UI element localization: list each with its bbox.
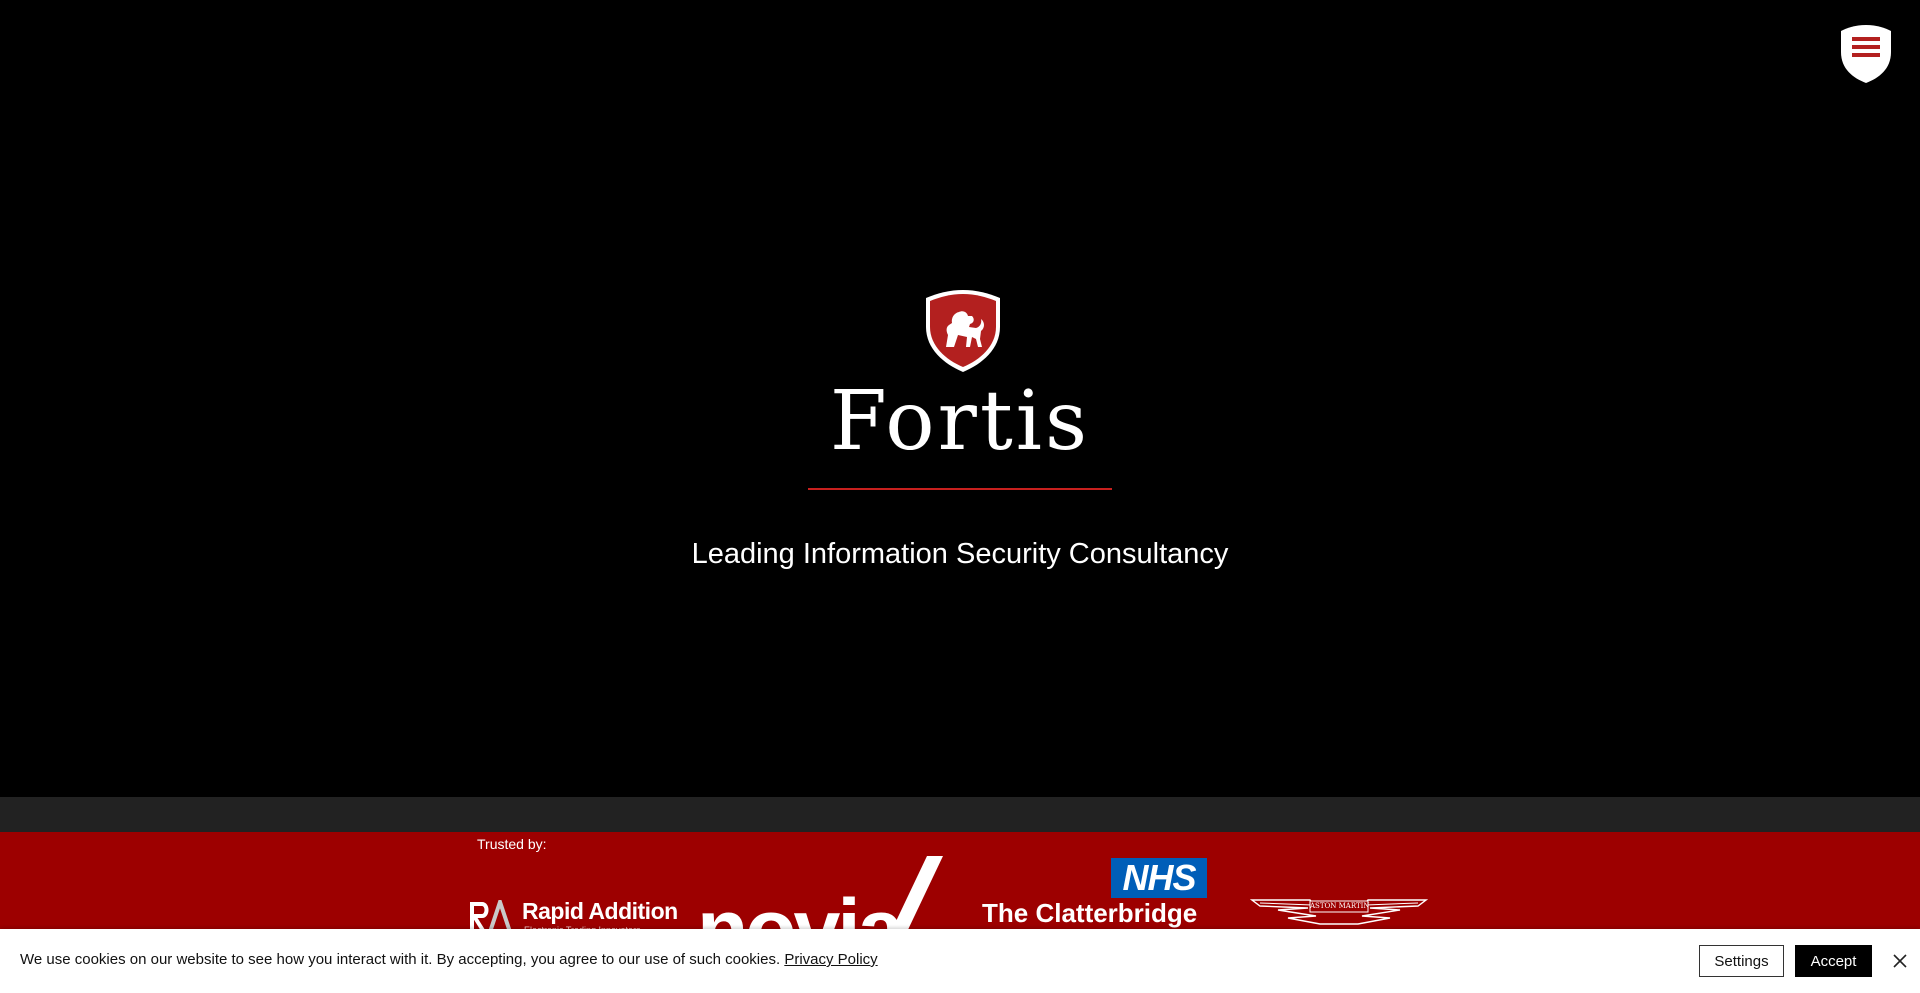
brand-divider	[808, 488, 1112, 490]
cookie-settings-button[interactable]: Settings	[1699, 945, 1784, 977]
clatterbridge-name: The Clatterbridge	[982, 898, 1198, 928]
novia-slash-icon	[889, 856, 943, 936]
dark-band	[0, 797, 1920, 832]
trusted-by-label: Trusted by:	[477, 836, 547, 852]
lion-shield-logo-icon	[926, 290, 1000, 372]
rapid-addition-name: Rapid Addition	[522, 898, 678, 924]
close-icon[interactable]	[1888, 949, 1912, 973]
privacy-policy-link[interactable]: Privacy Policy	[784, 951, 877, 968]
client-logo-clatterbridge: NHS The Clatterbridge	[982, 858, 1210, 938]
aston-martin-name: ASTON MARTIN	[1310, 902, 1370, 910]
cookie-accept-button[interactable]: Accept	[1795, 945, 1872, 977]
brand-name: Fortis	[829, 374, 1091, 469]
hero-tagline: Leading Information Security Consultancy	[691, 538, 1229, 570]
cookie-text: We use cookies on our website to see how…	[20, 951, 781, 968]
cookie-consent-bar: We use cookies on our website to see how…	[0, 929, 1920, 993]
nhs-badge: NHS	[1111, 858, 1207, 898]
cookie-message: We use cookies on our website to see how…	[20, 951, 878, 968]
hero-section: Fortis Leading Information Security Cons…	[0, 0, 1920, 797]
menu-shield-icon[interactable]	[1839, 24, 1893, 84]
